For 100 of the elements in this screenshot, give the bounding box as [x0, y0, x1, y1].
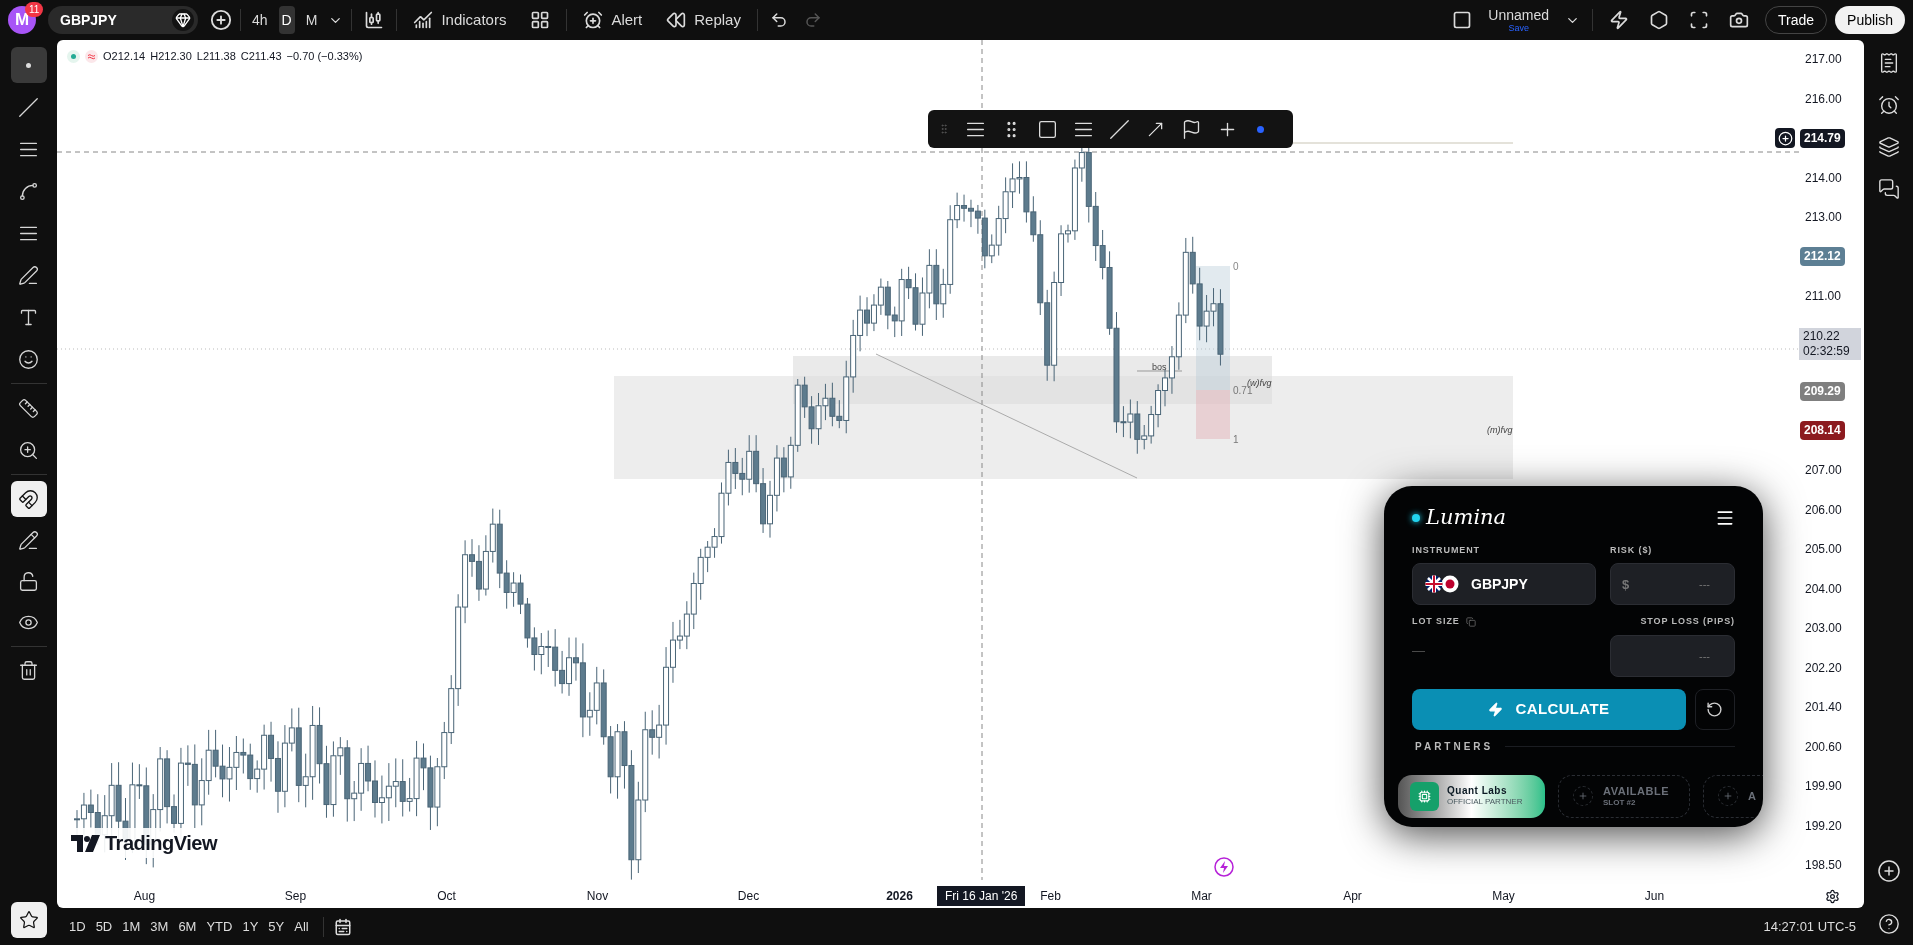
candlestick-icon[interactable] [364, 10, 385, 30]
layout-name-button[interactable]: Unnamed Save [1480, 7, 1557, 33]
smiley-icon [18, 348, 39, 370]
range-button[interactable]: 5Y [264, 914, 289, 939]
time-label: Apr [1343, 888, 1362, 905]
available-slot-card[interactable]: AVAILABLE SLOT #2 [1558, 774, 1690, 818]
grid-icon[interactable] [530, 10, 551, 30]
time-label: Feb [1040, 888, 1061, 905]
price-label: 201.40 [1805, 699, 1842, 716]
interval-tab[interactable]: M [302, 6, 321, 34]
price-label: 207.00 [1805, 462, 1842, 479]
lightning-icon [1488, 701, 1504, 717]
fullscreen-icon[interactable] [1689, 10, 1709, 30]
price-label: 205.00 [1805, 541, 1842, 558]
calculate-button[interactable]: CALCULATE [1412, 688, 1686, 730]
price-label: 216.00 [1805, 90, 1842, 108]
partner-card[interactable]: Quant Labs OFFICIAL PARTNER [1398, 774, 1545, 818]
time-label: Nov [586, 888, 609, 905]
trash-icon[interactable] [18, 660, 39, 681]
line-icon [18, 96, 39, 118]
star-icon [18, 910, 39, 930]
add-symbol-icon[interactable] [210, 9, 232, 31]
structure-line [1136, 370, 1183, 372]
interval-tab[interactable]: 4h [249, 6, 271, 34]
price-label: 206.00 [1805, 501, 1842, 519]
price-label: 200.60 [1805, 738, 1842, 756]
time-label: Aug [133, 888, 156, 905]
price-label: 199.90 [1805, 778, 1842, 795]
price-label: 198.50 [1805, 857, 1842, 874]
instrument-field[interactable]: GBPJPY [1412, 563, 1596, 605]
undo-icon[interactable] [769, 11, 788, 29]
annotation-label: (m)fvg [1487, 425, 1513, 435]
replay-button[interactable]: Replay [658, 5, 749, 35]
line-icon[interactable] [1109, 118, 1130, 140]
app-title: Lumina [1426, 504, 1507, 531]
level-label: 0.71 [1233, 385, 1253, 396]
reset-button[interactable] [1694, 688, 1735, 730]
annotation-label: bos [1152, 362, 1167, 372]
symbol-search[interactable]: GBPJPY [48, 6, 198, 34]
alarm-clock-icon[interactable] [1877, 94, 1900, 116]
chat-icon[interactable] [1877, 178, 1900, 200]
field-label: LOT SIZE [1412, 615, 1460, 628]
favorites-button[interactable] [10, 902, 47, 938]
reset-icon [1706, 700, 1724, 718]
price-label: 199.20 [1805, 817, 1842, 835]
price-badge: 210.22 02:32:59 [1799, 327, 1861, 360]
price-badge: 214.79 [1800, 128, 1845, 148]
time-label: Jun [1644, 888, 1665, 905]
flags-icon [1425, 575, 1459, 593]
publish-button[interactable]: Publish [1835, 6, 1905, 34]
time-label: Oct [437, 888, 456, 905]
help-icon[interactable] [1877, 913, 1900, 935]
plus-icon [1723, 791, 1733, 801]
price-label: 203.00 [1805, 620, 1842, 637]
price-label: 204.00 [1805, 580, 1842, 598]
ruler-icon [18, 397, 39, 419]
price-label: 213.00 [1805, 209, 1842, 226]
interval-tab[interactable]: D [278, 6, 295, 34]
rewind-icon [666, 10, 687, 30]
clock-time: 14:27:01 UTC-5 [1763, 917, 1856, 936]
pencil-lock-icon[interactable] [18, 530, 39, 551]
add-alert-button[interactable] [1775, 128, 1795, 148]
range-button[interactable]: 1Y [238, 914, 263, 939]
camera-icon[interactable] [1729, 10, 1749, 30]
section-title: PARTNERS [1415, 739, 1494, 754]
range-button[interactable]: 1D [65, 914, 90, 939]
brush-icon [18, 264, 39, 286]
ohlc-value: C211.43 [240, 49, 282, 64]
field-label: INSTRUMENT [1412, 543, 1481, 557]
annotation-label: (w)fvg [1247, 378, 1272, 388]
range-button[interactable]: 6M [174, 914, 201, 939]
range-button[interactable]: 1M [118, 914, 145, 939]
add-icon[interactable] [1876, 859, 1901, 883]
zoom-in-icon [18, 439, 39, 461]
calendar-icon[interactable] [333, 917, 352, 936]
currency-symbol: $ [1622, 576, 1630, 594]
chart-icon [413, 10, 434, 30]
level-label: 0 [1233, 261, 1239, 272]
indicators-button[interactable]: Indicators [405, 5, 515, 35]
square-icon[interactable] [1452, 10, 1473, 30]
layers-icon[interactable] [1877, 136, 1900, 158]
magnet-tool[interactable] [10, 481, 47, 517]
range-button[interactable]: 5D [91, 914, 117, 939]
unlock-icon[interactable] [18, 571, 39, 592]
price-badge: 212.12 [1800, 247, 1845, 266]
rectangle-icon[interactable] [1037, 118, 1058, 140]
range-button[interactable]: All [290, 914, 313, 939]
drag-handle-icon[interactable] [938, 121, 950, 137]
level-label: 1 [1233, 434, 1239, 445]
range-button[interactable]: 3M [146, 914, 173, 939]
plus-icon [1578, 791, 1588, 801]
alert-button[interactable]: Alert [575, 5, 651, 35]
available-slot-card[interactable]: A [1703, 774, 1763, 818]
ohlc-value: L211.38 [196, 49, 236, 64]
flag-icon[interactable] [1181, 118, 1202, 140]
time-label: Mar [1191, 888, 1212, 905]
stop-loss-field[interactable]: --- [1610, 634, 1735, 677]
time-label: 2026 [886, 888, 913, 905]
field-label: STOP LOSS (PIPS) [1639, 615, 1735, 628]
range-button[interactable]: YTD [202, 914, 237, 939]
